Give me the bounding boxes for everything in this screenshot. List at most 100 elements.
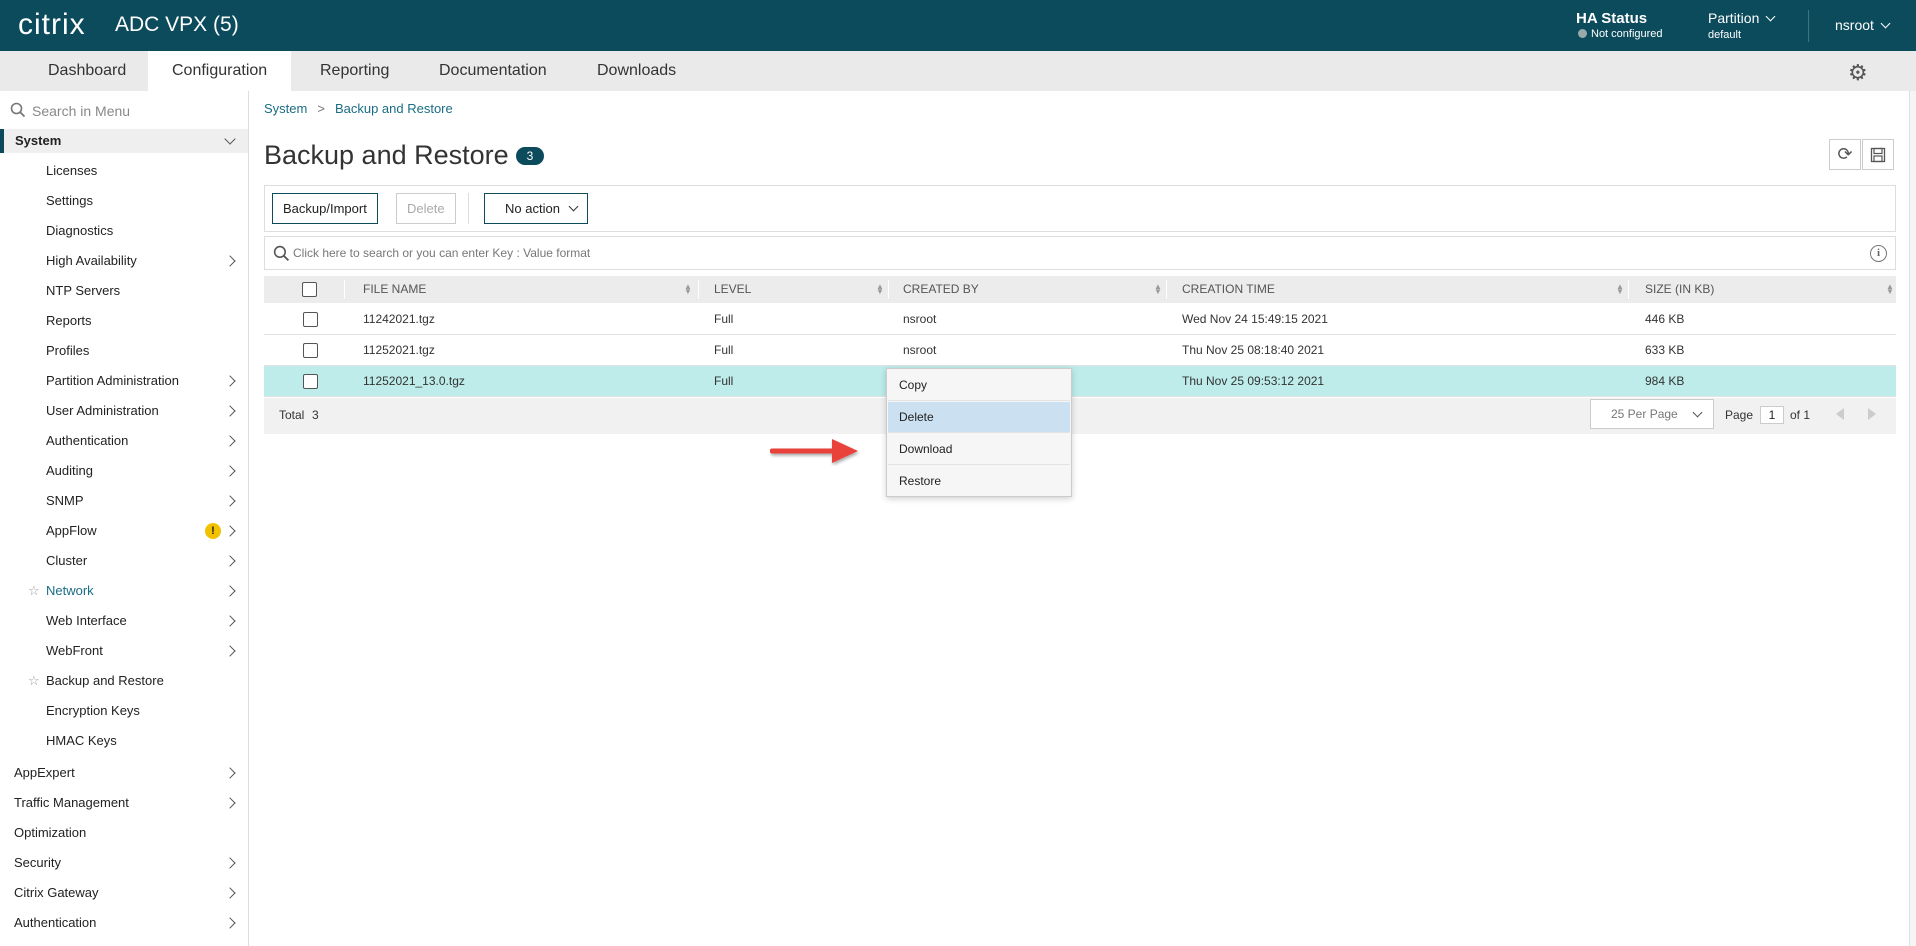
next-page-icon[interactable] bbox=[1868, 408, 1876, 420]
sidebar-item-web-interface[interactable]: Web Interface bbox=[0, 609, 248, 633]
save-button[interactable] bbox=[1862, 139, 1894, 170]
sidebar-item-appexpert[interactable]: AppExpert bbox=[0, 761, 248, 785]
row-checkbox[interactable] bbox=[303, 374, 318, 389]
cell-creation-time: Thu Nov 25 09:53:12 2021 bbox=[1182, 374, 1325, 388]
sidebar-item-licenses[interactable]: Licenses bbox=[0, 159, 248, 183]
sidebar-item-optimization[interactable]: Optimization bbox=[0, 821, 248, 845]
ha-status[interactable]: HA Status Not configured bbox=[1576, 10, 1663, 40]
menu-item-restore[interactable]: Restore bbox=[888, 466, 1070, 497]
table-search-input[interactable]: Click here to search or you can enter Ke… bbox=[264, 236, 1896, 270]
sidebar-item-cluster[interactable]: Cluster bbox=[0, 549, 248, 573]
menu-search-input[interactable]: Search in Menu bbox=[10, 99, 240, 125]
tab-documentation[interactable]: Documentation bbox=[415, 51, 571, 91]
page-number-input[interactable]: 1 bbox=[1760, 406, 1784, 424]
sidebar-item-label: Traffic Management bbox=[14, 795, 129, 810]
sidebar-item-citrix-gateway[interactable]: Citrix Gateway bbox=[0, 881, 248, 905]
sidebar-item-label: Optimization bbox=[14, 825, 87, 840]
column-divider bbox=[888, 280, 889, 299]
sort-icon[interactable]: ▲ ▼ bbox=[1886, 283, 1894, 296]
sidebar-item-label: User Administration bbox=[46, 403, 159, 418]
page-scrollbar[interactable] bbox=[1909, 91, 1916, 946]
sidebar-item-system[interactable]: System bbox=[0, 129, 248, 153]
column-header-size[interactable]: SIZE (IN KB) bbox=[1645, 276, 1714, 303]
cell-level: Full bbox=[714, 374, 734, 388]
sidebar-item-label: High Availability bbox=[46, 253, 137, 268]
menu-item-copy[interactable]: Copy bbox=[888, 370, 1070, 401]
sidebar-item-settings[interactable]: Settings bbox=[0, 189, 248, 213]
backup-import-button[interactable]: Backup/Import bbox=[272, 193, 378, 224]
sidebar-item-appflow[interactable]: AppFlow! bbox=[0, 519, 248, 543]
breadcrumb-system[interactable]: System bbox=[264, 101, 307, 116]
sidebar-item-label: Cluster bbox=[46, 553, 88, 568]
tab-configuration[interactable]: Configuration bbox=[148, 51, 292, 91]
prev-page-icon[interactable] bbox=[1836, 408, 1844, 420]
star-icon[interactable]: ☆ bbox=[28, 579, 40, 603]
column-divider bbox=[344, 280, 345, 299]
search-icon bbox=[10, 102, 26, 118]
sort-icon[interactable]: ▲ ▼ bbox=[684, 283, 692, 296]
tab-reporting[interactable]: Reporting bbox=[296, 51, 413, 91]
chevron-down-icon bbox=[224, 133, 236, 145]
sidebar-item-hmac-keys[interactable]: HMAC Keys bbox=[0, 729, 248, 753]
sidebar-item-label: SNMP bbox=[46, 493, 84, 508]
refresh-button[interactable]: ⟳ bbox=[1829, 139, 1861, 170]
column-header-created-by[interactable]: CREATED BY bbox=[903, 276, 979, 303]
sort-icon[interactable]: ▲ ▼ bbox=[1154, 283, 1162, 296]
select-all-checkbox[interactable] bbox=[302, 282, 317, 297]
sidebar-item-webfront[interactable]: WebFront bbox=[0, 639, 248, 663]
row-checkbox[interactable] bbox=[303, 343, 318, 358]
tab-downloads[interactable]: Downloads bbox=[573, 51, 700, 91]
citrix-logo: citrix bbox=[18, 8, 86, 41]
menu-item-download[interactable]: Download bbox=[888, 434, 1070, 465]
sort-icon[interactable]: ▲ ▼ bbox=[1616, 283, 1624, 296]
star-icon[interactable]: ☆ bbox=[28, 669, 40, 693]
gear-icon[interactable]: ⚙ bbox=[1848, 60, 1868, 86]
status-dot-icon bbox=[1578, 29, 1587, 38]
row-checkbox[interactable] bbox=[303, 312, 318, 327]
table-row[interactable]: 11242021.tgz Full nsroot Wed Nov 24 15:4… bbox=[264, 304, 1896, 335]
sidebar-item-security[interactable]: Security bbox=[0, 851, 248, 875]
column-header-creation-time[interactable]: CREATION TIME bbox=[1182, 276, 1275, 303]
cell-level: Full bbox=[714, 312, 734, 326]
sidebar-item-encryption-keys[interactable]: Encryption Keys bbox=[0, 699, 248, 723]
user-menu[interactable]: nsroot bbox=[1835, 17, 1891, 33]
sidebar-item-user-administration[interactable]: User Administration bbox=[0, 399, 248, 423]
sidebar-item-reports[interactable]: Reports bbox=[0, 309, 248, 333]
breadcrumb-current[interactable]: Backup and Restore bbox=[335, 101, 453, 116]
chevron-down-icon bbox=[568, 201, 579, 212]
sidebar-item-snmp[interactable]: SNMP bbox=[0, 489, 248, 513]
sidebar-item-auditing[interactable]: Auditing bbox=[0, 459, 248, 483]
breadcrumb: System > Backup and Restore bbox=[264, 101, 453, 116]
sidebar-item-diagnostics[interactable]: Diagnostics bbox=[0, 219, 248, 243]
sidebar-item-authentication-top[interactable]: Authentication bbox=[0, 911, 248, 935]
action-select[interactable]: No action bbox=[484, 193, 588, 224]
annotation-arrow-icon bbox=[770, 439, 858, 463]
refresh-icon: ⟳ bbox=[1837, 144, 1853, 164]
sidebar-item-label: Diagnostics bbox=[46, 223, 114, 238]
sort-icon[interactable]: ▲ ▼ bbox=[876, 283, 884, 296]
sidebar-item-traffic-management[interactable]: Traffic Management bbox=[0, 791, 248, 815]
menu-search-placeholder: Search in Menu bbox=[32, 103, 131, 119]
info-icon[interactable]: i bbox=[1870, 245, 1887, 262]
sidebar-item-network[interactable]: ☆ Network bbox=[0, 579, 248, 603]
table-row[interactable]: 11252021.tgz Full nsroot Thu Nov 25 08:1… bbox=[264, 335, 1896, 366]
delete-button[interactable]: Delete bbox=[396, 193, 456, 224]
table-row-selected[interactable]: 11252021_13.0.tgz Full Thu Nov 25 09:53:… bbox=[264, 366, 1896, 397]
tab-dashboard[interactable]: Dashboard bbox=[24, 51, 150, 91]
per-page-select[interactable]: 25 Per Page bbox=[1590, 399, 1714, 429]
chevron-right-icon bbox=[224, 465, 236, 477]
sidebar-item-partition-administration[interactable]: Partition Administration bbox=[0, 369, 248, 393]
sidebar-item-profiles[interactable]: Profiles bbox=[0, 339, 248, 363]
chevron-right-icon bbox=[224, 405, 236, 417]
sidebar-item-label: Partition Administration bbox=[46, 373, 179, 388]
column-header-level[interactable]: LEVEL bbox=[714, 276, 751, 303]
column-header-file-name[interactable]: FILE NAME bbox=[363, 276, 426, 303]
sidebar-item-authentication[interactable]: Authentication bbox=[0, 429, 248, 453]
sidebar-item-backup-and-restore[interactable]: ☆ Backup and Restore bbox=[0, 669, 248, 693]
sidebar-item-ntp-servers[interactable]: NTP Servers bbox=[0, 279, 248, 303]
sidebar-item-high-availability[interactable]: High Availability bbox=[0, 249, 248, 273]
page-of-label: of 1 bbox=[1790, 408, 1811, 422]
menu-item-delete[interactable]: Delete bbox=[888, 402, 1070, 433]
sidebar-item-label: Security bbox=[14, 855, 61, 870]
partition-selector[interactable]: Partition default bbox=[1708, 10, 1776, 41]
